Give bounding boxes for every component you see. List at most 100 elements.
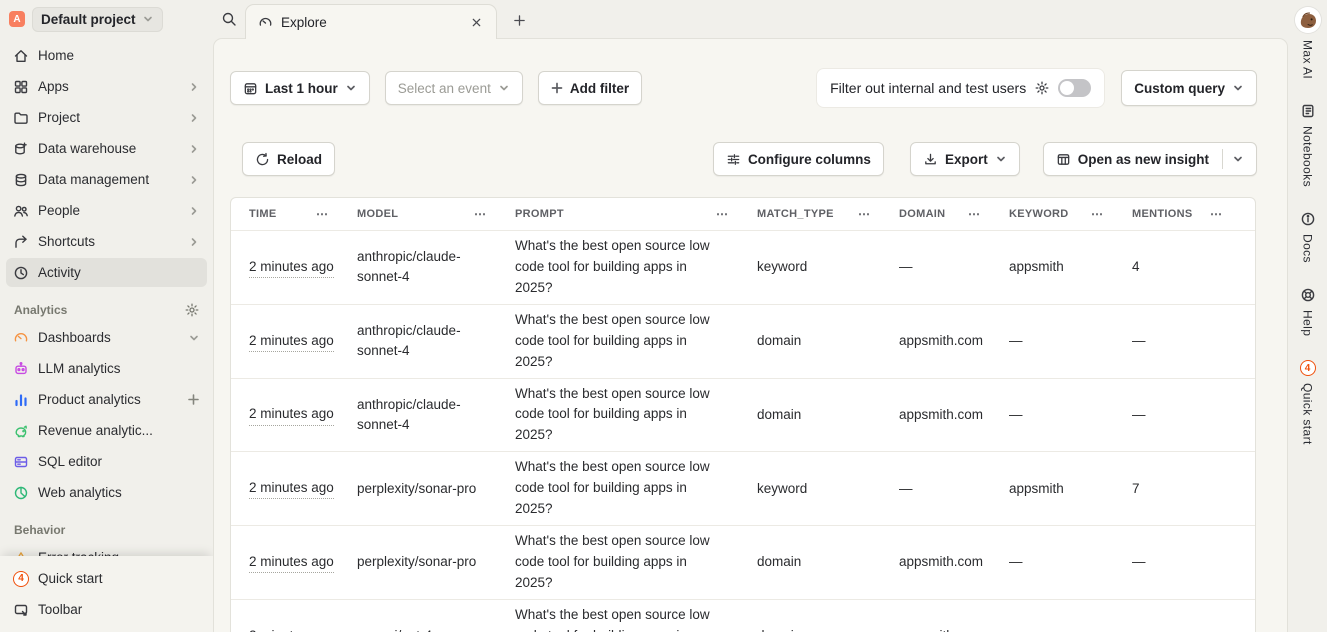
configure-columns-button[interactable]: Configure columns (713, 142, 884, 176)
sidebar-item-revenue-analytics[interactable]: Revenue analytic... (6, 416, 207, 445)
column-menu-button[interactable]: ⋯ (716, 207, 729, 221)
circled-number-badge: 4 (1300, 360, 1316, 376)
sidebar-item-web-analytics[interactable]: Web analytics (6, 478, 207, 507)
rail-item-notebooks[interactable]: Notebooks (1300, 103, 1316, 187)
sidebar-item-label: Shortcuts (38, 234, 179, 249)
sidebar-item-apps[interactable]: Apps (6, 72, 207, 101)
cell-keyword: — (991, 600, 1114, 632)
column-menu-button[interactable]: ⋯ (968, 207, 981, 221)
sliders-icon (726, 152, 741, 167)
custom-query-button[interactable]: Custom query (1121, 70, 1257, 106)
export-button[interactable]: Export (910, 142, 1020, 176)
column-menu-button[interactable]: ⋯ (474, 207, 487, 221)
sidebar-item-label: Activity (38, 265, 200, 280)
cell-time: 2 minutes ago (231, 379, 339, 452)
sidebar-item-label: Data warehouse (38, 141, 179, 156)
cell-model: anthropic/claude-sonnet-4 (339, 231, 497, 304)
main-area: Explore Last 1 hour Select an event Add … (213, 0, 1288, 632)
date-range-button[interactable]: Last 1 hour (230, 71, 370, 105)
column-menu-button[interactable]: ⋯ (316, 207, 329, 221)
cell-keyword: — (991, 305, 1114, 378)
column-header-match-type: MATCH_TYPE⋯ (739, 198, 881, 230)
sidebar-item-people[interactable]: People (6, 196, 207, 225)
table-row[interactable]: 2 minutes ago anthropic/claude-sonnet-4 … (231, 230, 1255, 304)
cell-match-type: keyword (739, 452, 881, 525)
toggle-knob (1060, 81, 1074, 95)
table-row[interactable]: 2 minutes ago anthropic/claude-sonnet-4 … (231, 304, 1255, 378)
cell-model: anthropic/claude-sonnet-4 (339, 379, 497, 452)
gear-icon[interactable] (1035, 81, 1049, 95)
internal-users-toggle[interactable] (1058, 79, 1091, 97)
life-buoy-icon (1300, 287, 1316, 303)
download-icon (923, 152, 938, 167)
search-button[interactable] (215, 5, 243, 33)
column-menu-button[interactable]: ⋯ (1091, 207, 1104, 221)
rail-item-label: Max AI (1301, 40, 1315, 79)
shortcut-icon (13, 234, 29, 250)
sidebar-item-data-management[interactable]: Data management (6, 165, 207, 194)
sidebar-item-label: Revenue analytic... (38, 423, 200, 438)
project-avatar: A (9, 11, 25, 27)
table-row[interactable]: 2 minutes ago perplexity/sonar-pro What'… (231, 451, 1255, 525)
open-as-new-insight-button[interactable]: Open as new insight (1043, 142, 1257, 176)
chevron-down-icon (1232, 82, 1244, 94)
add-filter-button[interactable]: Add filter (538, 71, 642, 105)
project-row: A Default project (9, 5, 207, 33)
gear-icon[interactable] (185, 303, 199, 317)
sidebar-item-label: Quick start (38, 571, 200, 586)
table-row[interactable]: 2 minutes ago perplexity/sonar-pro What'… (231, 525, 1255, 599)
sidebar-item-data-warehouse[interactable]: Data warehouse (6, 134, 207, 163)
rail-item-quick-start[interactable]: 4 Quick start (1300, 360, 1316, 445)
table-row[interactable]: 2 minutes ago openai/gpt-4o What's the b… (231, 599, 1255, 632)
cell-model: perplexity/sonar-pro (339, 526, 497, 599)
table-toolbar: Reload Configure columns Export Open as … (242, 142, 1257, 176)
section-title: Behavior (14, 523, 65, 537)
cell-time: 2 minutes ago (231, 452, 339, 525)
cell-prompt: What's the best open source low code too… (497, 379, 739, 452)
rail-item-help[interactable]: Help (1300, 287, 1316, 336)
column-menu-button[interactable]: ⋯ (1210, 207, 1223, 221)
sidebar-bottom-panel: 4 Quick start Toolbar (0, 556, 213, 632)
sidebar-item-activity[interactable]: Activity (6, 258, 207, 287)
project-selector[interactable]: Default project (32, 7, 163, 32)
reload-button[interactable]: Reload (242, 142, 335, 176)
cell-match-type: domain (739, 600, 881, 632)
sidebar-item-product-analytics[interactable]: Product analytics (6, 385, 207, 414)
sidebar-item-sql-editor[interactable]: SQL editor (6, 447, 207, 476)
filter-row: Last 1 hour Select an event Add filter F… (230, 68, 1257, 108)
plus-icon[interactable] (187, 393, 200, 406)
close-icon[interactable] (466, 12, 486, 32)
cell-prompt: What's the best open source low code too… (497, 305, 739, 378)
reload-icon (255, 152, 270, 167)
rail-item-docs[interactable]: Docs (1300, 211, 1316, 263)
column-header-time: TIME⋯ (231, 198, 339, 230)
column-menu-button[interactable]: ⋯ (858, 207, 871, 221)
chevron-down-icon[interactable] (1232, 153, 1244, 165)
sidebar-item-project[interactable]: Project (6, 103, 207, 132)
cell-model: openai/gpt-4o (339, 600, 497, 632)
sidebar-item-toolbar[interactable]: Toolbar (6, 595, 207, 624)
sidebar-item-quick-start[interactable]: 4 Quick start (6, 564, 207, 593)
sidebar-item-home[interactable]: Home (6, 41, 207, 70)
cell-model: anthropic/claude-sonnet-4 (339, 305, 497, 378)
chevron-down-icon (498, 82, 510, 94)
cell-domain: appsmith.com (881, 526, 991, 599)
configure-columns-label: Configure columns (748, 152, 871, 167)
column-header-prompt: PROMPT⋯ (497, 198, 739, 230)
event-select-button[interactable]: Select an event (385, 71, 523, 105)
tab-explore[interactable]: Explore (245, 4, 497, 39)
cell-time: 2 minutes ago (231, 600, 339, 632)
gauge-icon (13, 330, 29, 346)
custom-query-label: Custom query (1134, 81, 1225, 96)
sidebar-item-dashboards[interactable]: Dashboards (6, 323, 207, 352)
sidebar-item-label: Product analytics (38, 392, 178, 407)
rail-item-max-ai[interactable]: Max AI (1295, 7, 1321, 79)
cell-prompt: What's the best open source low code too… (497, 526, 739, 599)
cell-mentions: — (1114, 600, 1255, 632)
sidebar-item-llm-analytics[interactable]: LLM analytics (6, 354, 207, 383)
search-icon (221, 11, 237, 27)
sidebar-item-label: Project (38, 110, 179, 125)
new-tab-button[interactable] (507, 8, 531, 32)
sidebar-item-shortcuts[interactable]: Shortcuts (6, 227, 207, 256)
table-row[interactable]: 2 minutes ago anthropic/claude-sonnet-4 … (231, 378, 1255, 452)
